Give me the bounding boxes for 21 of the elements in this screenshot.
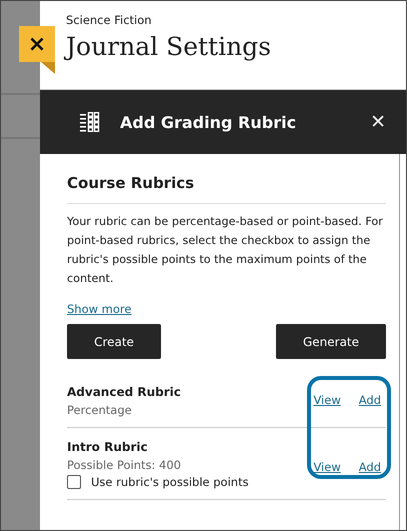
page-title: Journal Settings [66, 32, 406, 61]
add-link[interactable]: Add [358, 393, 381, 409]
close-button[interactable]: × [19, 26, 55, 62]
rubric-name: Advanced Rubric [67, 385, 181, 399]
panel-title: Add Grading Rubric [120, 112, 298, 132]
rubric-detail: Possible Points: 400 [67, 458, 182, 472]
view-link[interactable]: View [313, 460, 341, 476]
rubric-detail: Percentage [67, 403, 133, 417]
rubric-name: Intro Rubric [67, 440, 149, 454]
checkbox-label: Use rubric's possible points [91, 475, 249, 489]
course-name: Science Fiction [66, 13, 153, 27]
show-more-link[interactable]: Show more [67, 302, 132, 316]
view-link[interactable]: View [313, 393, 341, 409]
create-button[interactable]: Create [67, 324, 161, 359]
checkbox[interactable] [67, 475, 81, 489]
section-title: Course Rubrics [67, 174, 386, 204]
description: Your rubric can be percentage-based or point-based. For point-based rubrics, select the checkbox to assign the rubric's possible points to the maximum points of the content. [67, 214, 384, 287]
generate-button[interactable]: Generate [276, 324, 386, 359]
rubric-grid-icon [80, 112, 102, 132]
close-button[interactable]: ✕ [370, 111, 386, 133]
add-link[interactable]: Add [358, 460, 381, 476]
